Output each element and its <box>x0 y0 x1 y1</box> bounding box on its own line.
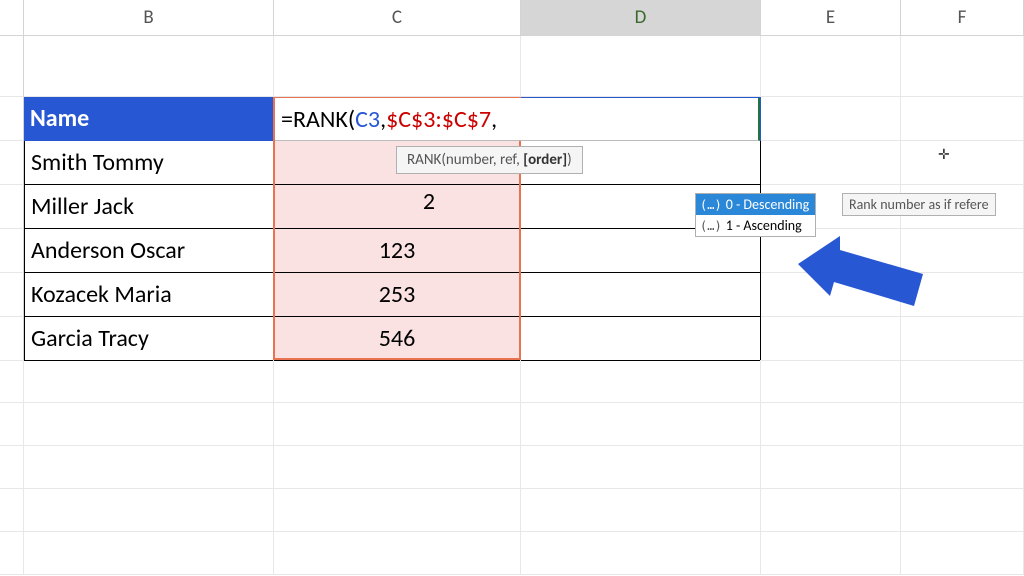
intelli-label-0: 0 - Descending <box>726 196 810 213</box>
col-header-d[interactable]: D <box>521 0 761 35</box>
function-tooltip[interactable]: RANK(number, ref, [order]) <box>396 146 583 174</box>
cell-name-4[interactable]: Garcia Tracy <box>24 317 274 361</box>
tooltip-a3[interactable]: [order] <box>523 151 567 169</box>
cell-sales-2[interactable]: 123 <box>274 229 521 273</box>
corner-stub[interactable] <box>0 0 24 35</box>
col-header-b[interactable]: B <box>24 0 274 35</box>
cell-sales-3[interactable]: 253 <box>274 273 521 317</box>
intelli-opt-descending[interactable]: (…) 0 - Descending <box>696 194 815 215</box>
tooltip-a2[interactable]: ref <box>500 151 516 169</box>
annotation-arrow-icon <box>798 236 928 326</box>
enum-icon: (…) <box>700 198 722 212</box>
col-header-e[interactable]: E <box>761 0 901 35</box>
column-headers: B C D E F <box>0 0 1024 36</box>
formula-arg2: $C$3:$C$7 <box>386 105 491 134</box>
enum-icon: (…) <box>700 219 722 233</box>
cell-d1[interactable] <box>521 36 761 97</box>
formula-arg1: C3 <box>355 105 380 134</box>
cell-rank-3[interactable] <box>521 273 761 317</box>
intelli-opt-ascending[interactable]: (…) 1 - Ascending <box>696 215 815 236</box>
cell-b1[interactable] <box>24 36 274 97</box>
cell-name-3[interactable]: Kozacek Maria <box>24 273 274 317</box>
header-name[interactable]: Name <box>24 97 274 141</box>
tooltip-fn: RANK <box>407 151 441 169</box>
cell-sales-1[interactable]: 2 <box>274 185 521 229</box>
intelli-label-1: 1 - Ascending <box>726 217 802 234</box>
cell-sales-4[interactable]: 546 <box>274 317 521 361</box>
cell-c1[interactable] <box>274 36 521 97</box>
formula-editor[interactable]: =RANK(C3,$C$3:$C$7, <box>275 98 760 141</box>
grid-bottom <box>0 360 1024 576</box>
cell-name-2[interactable]: Anderson Oscar <box>24 229 274 273</box>
col-header-c[interactable]: C <box>274 0 521 35</box>
intellisense-description: Rank number as if refere <box>842 193 996 216</box>
formula-prefix: =RANK( <box>281 105 355 134</box>
col-header-f[interactable]: F <box>901 0 1024 35</box>
cell-rank-4[interactable] <box>521 317 761 361</box>
tooltip-a1[interactable]: number <box>446 151 493 169</box>
cell-name-0[interactable]: Smith Tommy <box>24 141 274 185</box>
cursor-icon: ✛ <box>938 146 950 163</box>
spreadsheet-grid[interactable]: B C D E F Name Sales Rank Smith Tommy <box>0 0 1024 576</box>
formula-sep2: , <box>491 105 497 134</box>
cell-name-1[interactable]: Miller Jack <box>24 185 274 229</box>
intellisense-list[interactable]: (…) 0 - Descending (…) 1 - Ascending <box>695 193 816 237</box>
